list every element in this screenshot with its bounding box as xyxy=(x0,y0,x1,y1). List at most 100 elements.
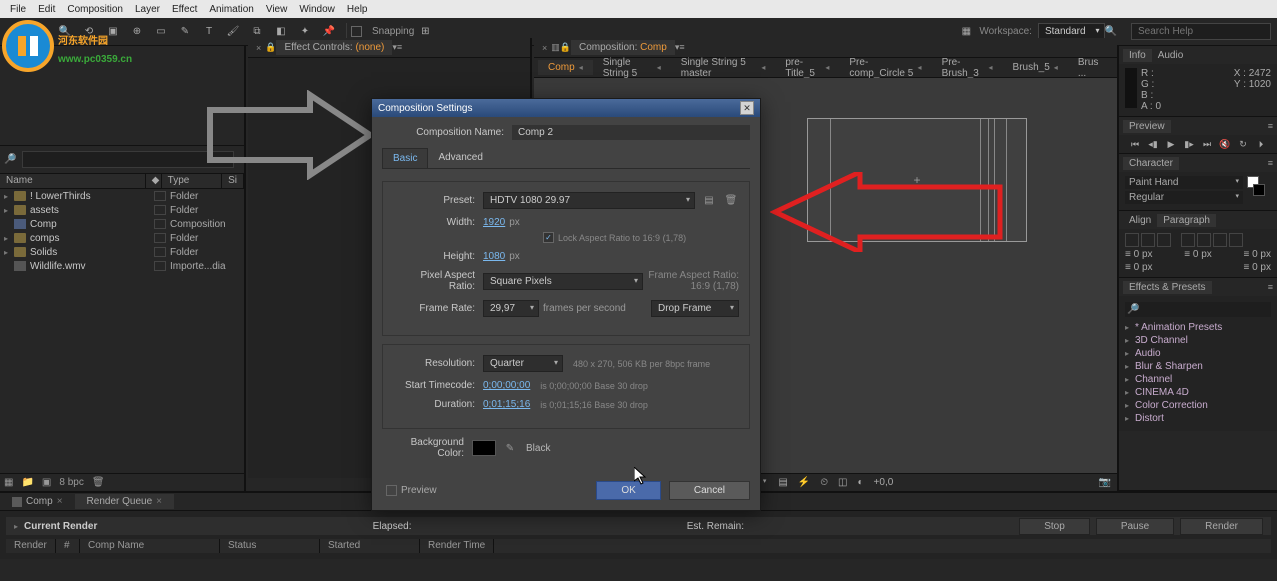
dialog-close-button[interactable]: ✕ xyxy=(740,101,754,115)
exposure-reset-icon[interactable]: ◐ xyxy=(858,477,864,488)
current-render-twirl[interactable]: ▸ xyxy=(14,522,24,531)
hand-tool-icon[interactable]: ✋ xyxy=(30,21,52,43)
stroke-color-swatch[interactable] xyxy=(1253,184,1265,196)
project-row[interactable]: ▸compsFolder xyxy=(0,231,244,245)
project-search-input[interactable] xyxy=(22,151,234,168)
project-row[interactable]: Wildlife.wmvImporte...dia xyxy=(0,259,244,273)
col-name[interactable]: Name xyxy=(0,174,146,188)
project-row[interactable]: ▸assetsFolder xyxy=(0,203,244,217)
save-preset-icon[interactable]: ▤ xyxy=(701,193,717,209)
flowchart-icon[interactable]: ◫ xyxy=(838,477,847,488)
menu-help[interactable]: Help xyxy=(341,2,374,17)
indent-left-value[interactable]: ≡ 0 px xyxy=(1125,249,1153,260)
breadcrumb-item[interactable]: Pre-comp_Circle 5◂ xyxy=(839,55,931,81)
indent-right-value[interactable]: ≡ 0 px xyxy=(1243,249,1271,260)
menu-edit[interactable]: Edit xyxy=(32,2,61,17)
comp-name-input[interactable] xyxy=(512,125,750,140)
timeline-icon[interactable]: ⏲ xyxy=(820,477,828,488)
justify-all-icon[interactable] xyxy=(1229,233,1243,247)
bg-color-swatch[interactable] xyxy=(472,440,496,456)
breadcrumb-item[interactable]: pre-Title_5◂ xyxy=(775,55,839,81)
loop-icon[interactable]: ↻ xyxy=(1236,137,1250,151)
stop-button[interactable]: Stop xyxy=(1019,518,1090,535)
effects-category[interactable]: ▸* Animation Presets xyxy=(1125,321,1271,334)
delete-preset-icon[interactable]: 🗑 xyxy=(723,193,739,209)
fps-dropdown[interactable]: 29,97 xyxy=(483,300,539,317)
ram-preview-icon[interactable]: ⏵ xyxy=(1254,137,1268,151)
menu-layer[interactable]: Layer xyxy=(129,2,166,17)
menu-animation[interactable]: Animation xyxy=(203,2,259,17)
align-left-icon[interactable] xyxy=(1125,233,1139,247)
composition-tab[interactable]: Composition: Comp xyxy=(571,40,675,55)
shape-tool-icon[interactable]: ▭ xyxy=(150,21,172,43)
effects-category[interactable]: ▸Blur & Sharpen xyxy=(1125,360,1271,373)
zoom-tool-icon[interactable]: 🔍 xyxy=(54,21,76,43)
effect-controls-tab[interactable]: Effect Controls: (none) xyxy=(276,40,392,55)
eyedropper-icon[interactable]: ✎ xyxy=(502,440,518,456)
space-after-value[interactable]: ≡ 0 px xyxy=(1243,262,1271,273)
basic-tab[interactable]: Basic xyxy=(382,148,428,168)
last-frame-icon[interactable]: ⏭ xyxy=(1200,137,1214,151)
justify-right-icon[interactable] xyxy=(1213,233,1227,247)
menu-file[interactable]: File xyxy=(4,2,32,17)
space-before-value[interactable]: ≡ 0 px xyxy=(1125,262,1153,273)
drop-frame-dropdown[interactable]: Drop Frame xyxy=(651,300,739,317)
dialog-titlebar[interactable]: Composition Settings ✕ xyxy=(372,99,760,117)
mute-icon[interactable]: 🔇 xyxy=(1218,137,1232,151)
render-queue-tab[interactable]: Render Queue× xyxy=(75,494,174,509)
rq-col-started[interactable]: Started xyxy=(320,539,420,553)
panel-close-icon[interactable]: × xyxy=(542,43,547,53)
trash-icon[interactable]: 🗑 xyxy=(92,477,105,488)
align-center-icon[interactable] xyxy=(1141,233,1155,247)
effects-category[interactable]: ▸3D Channel xyxy=(1125,334,1271,347)
col-size[interactable]: Si xyxy=(222,174,244,188)
indent-first-value[interactable]: ≡ 0 px xyxy=(1184,249,1212,260)
composition-canvas[interactable]: + xyxy=(807,118,1027,242)
align-right-icon[interactable] xyxy=(1157,233,1171,247)
brush-tool-icon[interactable]: 🖌 xyxy=(222,21,244,43)
justify-left-icon[interactable] xyxy=(1181,233,1195,247)
breadcrumb-item[interactable]: Pre-Brush_3◂ xyxy=(932,55,1003,81)
panel-close-icon[interactable]: × xyxy=(256,43,261,53)
info-tab[interactable]: Info xyxy=(1123,49,1152,62)
camera-tool-icon[interactable]: ▣ xyxy=(102,21,124,43)
timeline-comp-tab[interactable]: Comp× xyxy=(0,494,75,509)
snapping-checkbox[interactable] xyxy=(351,26,362,37)
breadcrumb-item[interactable]: Single String 5 master◂ xyxy=(671,55,776,81)
effects-category[interactable]: ▸Channel xyxy=(1125,373,1271,386)
prev-frame-icon[interactable]: ◂▮ xyxy=(1146,137,1160,151)
cancel-button[interactable]: Cancel xyxy=(669,481,750,500)
rq-col-render-time[interactable]: Render Time xyxy=(420,539,494,553)
pen-tool-icon[interactable]: ✎ xyxy=(174,21,196,43)
effects-category[interactable]: ▸CINEMA 4D xyxy=(1125,386,1271,399)
first-frame-icon[interactable]: ⏮ xyxy=(1128,137,1142,151)
panel-lock-icon[interactable]: 🔒 xyxy=(265,42,276,53)
font-style-dropdown[interactable]: Regular xyxy=(1125,191,1243,204)
fast-preview-icon[interactable]: ⚡ xyxy=(798,477,810,488)
effects-presets-tab[interactable]: Effects & Presets xyxy=(1123,281,1212,294)
start-tc-value[interactable]: 0;00;00;00 xyxy=(483,380,530,391)
breadcrumb-item[interactable]: Brush_5◂ xyxy=(1003,60,1068,75)
search-help-input[interactable] xyxy=(1131,23,1271,40)
rq-col-status[interactable]: Status xyxy=(220,539,320,553)
panel-menu-icon[interactable]: ▾≡ xyxy=(675,42,685,53)
play-icon[interactable]: ▶ xyxy=(1164,137,1178,151)
preview-tab[interactable]: Preview xyxy=(1123,120,1171,133)
col-label[interactable]: ◆ xyxy=(146,174,162,188)
menu-composition[interactable]: Composition xyxy=(61,2,129,17)
rq-col-render[interactable]: Render xyxy=(6,539,56,553)
height-value[interactable]: 1080 xyxy=(483,251,505,262)
resolution-dropdown[interactable]: Quarter xyxy=(483,355,563,372)
align-tab[interactable]: Align xyxy=(1123,214,1157,227)
anchor-tool-icon[interactable]: ⊕ xyxy=(126,21,148,43)
effects-category[interactable]: ▸Audio xyxy=(1125,347,1271,360)
pixel-aspect-icon[interactable]: ▤ xyxy=(778,477,787,488)
rq-col-comp-name[interactable]: Comp Name xyxy=(80,539,220,553)
justify-center-icon[interactable] xyxy=(1197,233,1211,247)
breadcrumb-item[interactable]: Brus ... xyxy=(1068,55,1113,81)
menu-view[interactable]: View xyxy=(260,2,294,17)
audio-tab[interactable]: Audio xyxy=(1152,49,1190,62)
project-row[interactable]: ▸SolidsFolder xyxy=(0,245,244,259)
new-comp-icon[interactable]: ▣ xyxy=(42,477,51,488)
breadcrumb-item[interactable]: Comp◂ xyxy=(538,60,593,75)
